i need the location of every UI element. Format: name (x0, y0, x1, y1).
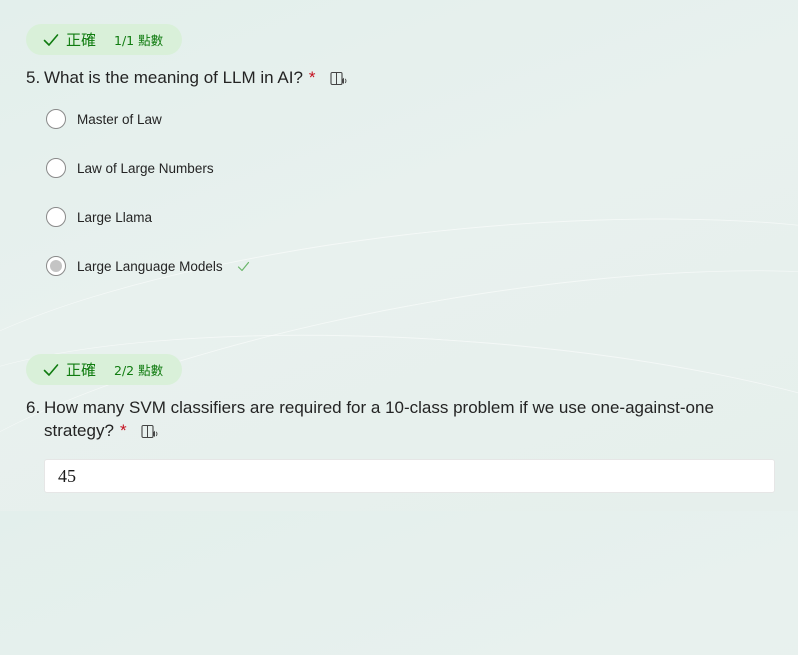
q5-number: 5. (26, 68, 41, 87)
q5-option-4[interactable]: Large Language Models (46, 254, 250, 278)
radio-button[interactable] (46, 207, 66, 227)
checkmark-icon (237, 261, 249, 271)
immersive-reader-icon[interactable] (329, 71, 348, 87)
q5-result-badge: 正確 1/1 點數 (26, 24, 182, 55)
q6-result-badge: 正確 2/2 點數 (26, 354, 182, 385)
q5-option-3[interactable]: Large Llama (46, 205, 152, 229)
option-label: Large Language Models (77, 258, 223, 274)
q5-option-1[interactable]: Master of Law (46, 107, 162, 131)
radio-button[interactable] (46, 158, 66, 178)
option-label: Master of Law (77, 111, 162, 127)
q6-question-text-line1: How many SVM classifiers are required fo… (44, 398, 714, 417)
q5-required-mark: * (308, 68, 316, 87)
q5-points-text: 1/1 點數 (114, 33, 164, 48)
q6-question: 6. How many SVM classifiers are required … (26, 396, 714, 442)
q5-question-text: What is the meaning of LLM in AI? (44, 68, 303, 87)
q6-required-mark: * (119, 421, 127, 440)
immersive-reader-icon[interactable] (141, 424, 159, 440)
q5-option-2[interactable]: Law of Large Numbers (46, 156, 214, 180)
check-icon (43, 33, 59, 46)
check-icon (43, 363, 59, 376)
q6-status-text: 正確 (66, 361, 97, 379)
q5-status-text: 正確 (66, 31, 97, 49)
q5-question: 5. What is the meaning of LLM in AI? * (26, 66, 348, 89)
radio-button-selected[interactable] (46, 256, 66, 276)
q6-points-text: 2/2 點數 (114, 363, 164, 378)
q6-number: 6. (26, 398, 41, 417)
q6-question-text-line2: strategy? (44, 421, 114, 440)
q6-answer-field[interactable]: 45 (44, 459, 775, 493)
q6-answer-value: 45 (58, 465, 76, 486)
option-label: Large Llama (77, 209, 153, 225)
option-label: Law of Large Numbers (77, 160, 214, 176)
radio-button[interactable] (46, 109, 66, 129)
